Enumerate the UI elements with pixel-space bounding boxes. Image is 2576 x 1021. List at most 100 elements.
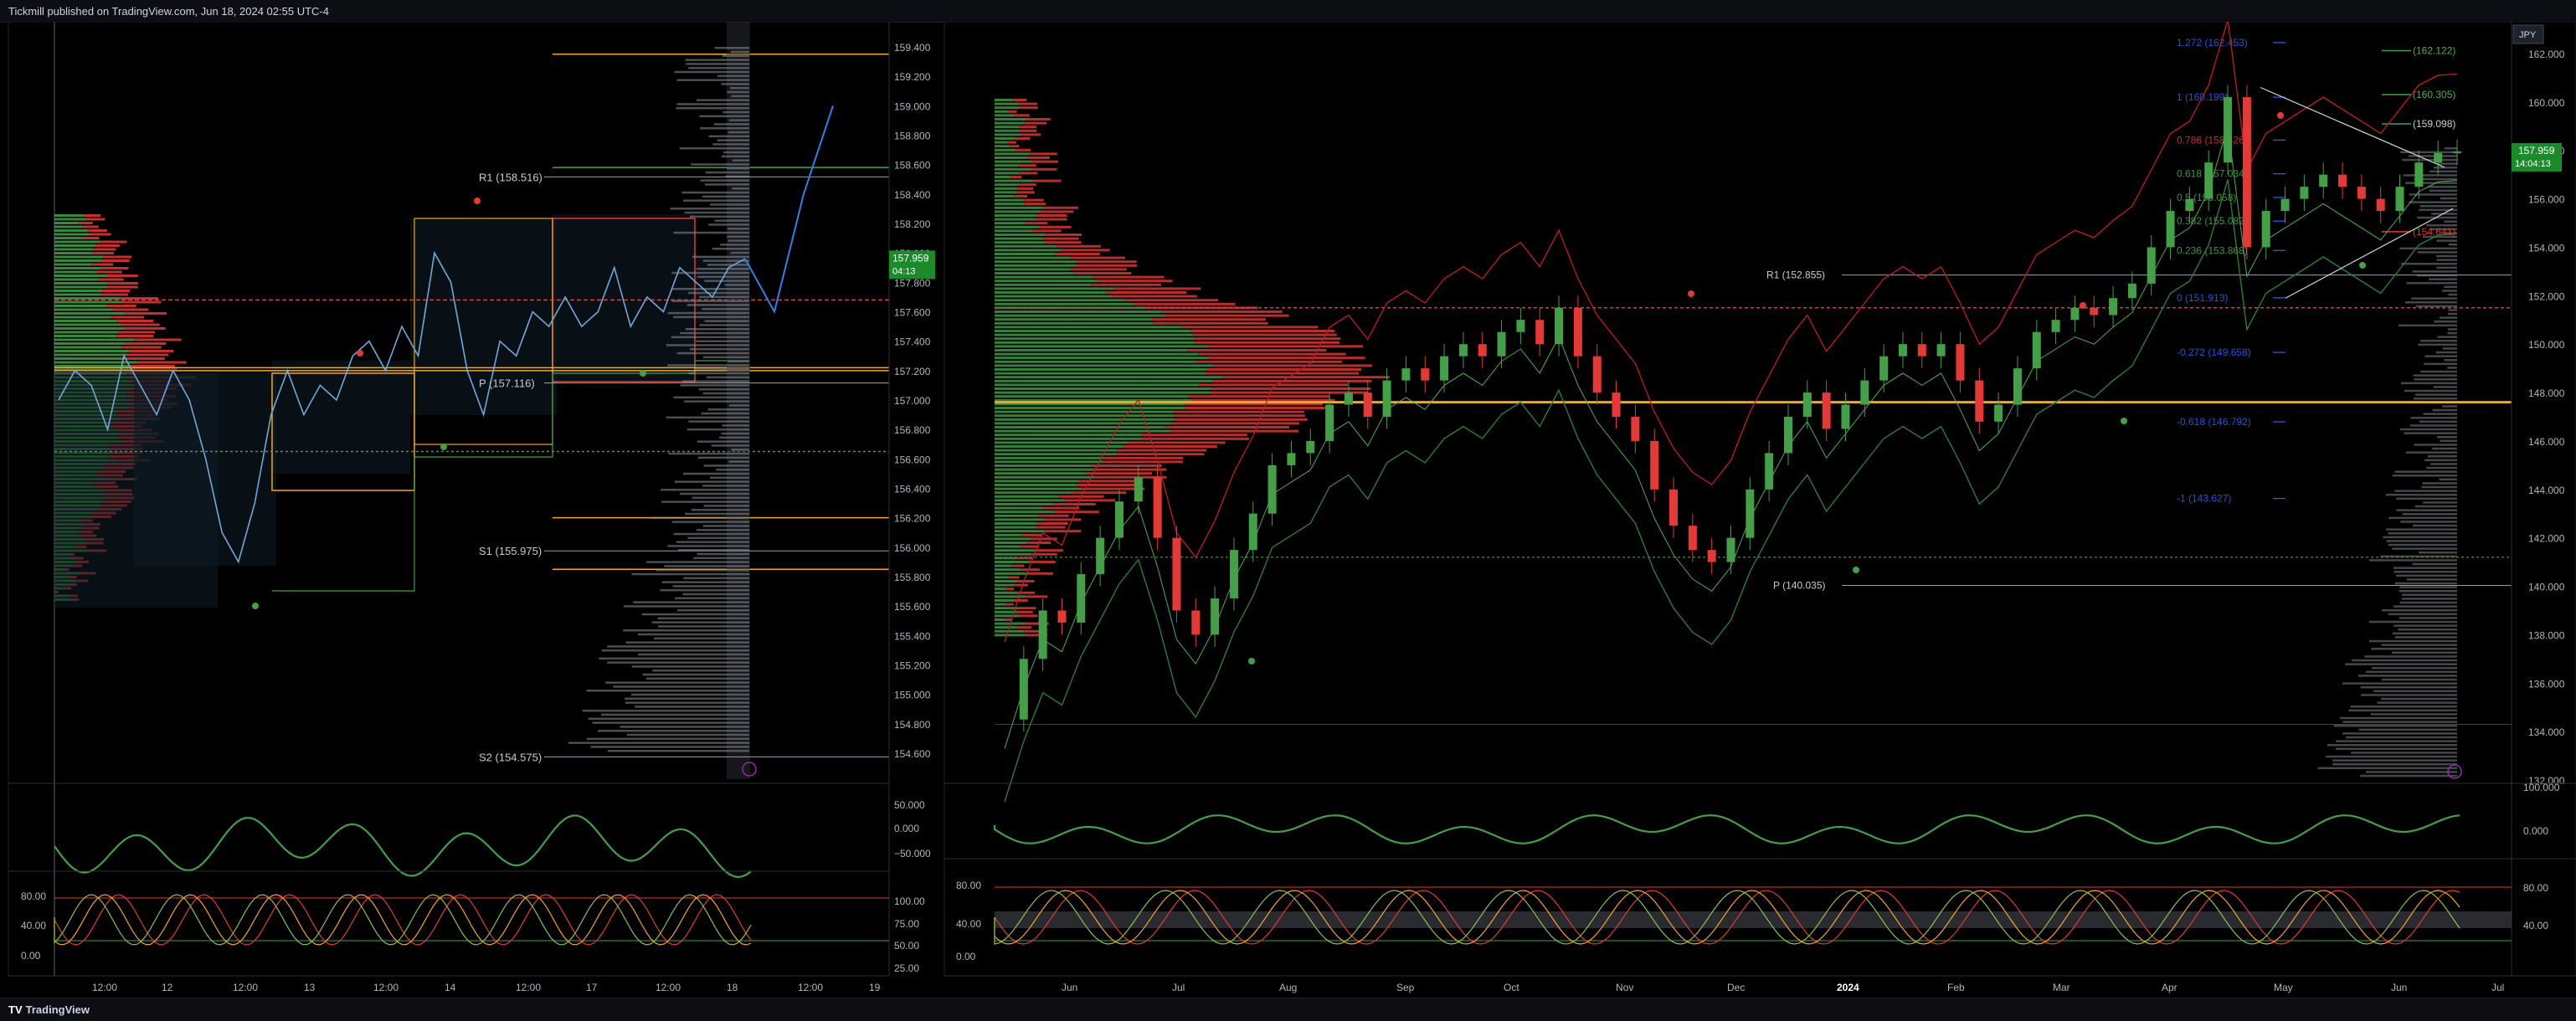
volume-profile-bar (54, 252, 92, 254)
time-tick: 12:00 (92, 982, 117, 993)
volume-histogram-bar (661, 500, 749, 503)
volume-profile-bar (120, 297, 158, 300)
candle-body (2204, 162, 2214, 199)
volume-histogram-bar (691, 163, 749, 166)
volume-profile-bar (995, 341, 1195, 344)
volume-profile-bar (117, 331, 156, 334)
price-tick: 156.000 (2528, 194, 2565, 206)
tradingview-logo[interactable]: TV TradingView (8, 1003, 90, 1016)
volume-profile-bar (995, 460, 1104, 464)
volume-histogram-bar (671, 521, 749, 523)
volume-histogram-bar (2392, 632, 2457, 635)
volume-histogram-bar (2424, 459, 2457, 462)
volume-histogram-bar (676, 107, 749, 110)
volume-histogram-bar (2332, 763, 2457, 766)
volume-histogram-bar (712, 248, 749, 250)
price-tick: 159.200 (894, 71, 931, 83)
candle-body (1077, 574, 1086, 623)
volume-profile-bar (995, 357, 1210, 360)
volume-profile-bar (98, 278, 124, 281)
volume-histogram-bar (2404, 182, 2457, 184)
volume-histogram-bar (630, 693, 749, 696)
signal-dot (2277, 112, 2284, 119)
volume-profile-bar (1005, 587, 1015, 591)
price-tick: 159.000 (894, 100, 931, 112)
candle-body (1229, 550, 1238, 598)
volume-profile-bar (995, 203, 1025, 206)
volume-profile-bar (1031, 167, 1057, 171)
price-tick: 155.000 (894, 690, 931, 701)
volume-profile-bar (995, 275, 1093, 279)
volume-histogram-bar (673, 231, 749, 234)
volume-profile-bar (1093, 275, 1165, 279)
right-chart-pane[interactable]: 1.272 (162.453)1 (160.199)0.786 (158.426… (944, 22, 2576, 993)
time-tick: 12:00 (656, 982, 681, 993)
volume-profile-bar (995, 595, 1026, 598)
price-tick: 155.400 (894, 630, 931, 642)
volume-profile-bar (995, 179, 1033, 182)
candle-body (1516, 320, 1525, 332)
volume-profile-bar (1188, 395, 1330, 398)
price-tick: 142.000 (2528, 533, 2565, 545)
signal-dot (357, 350, 363, 357)
volume-histogram-bar (667, 545, 749, 547)
volume-profile-bar (995, 129, 1020, 132)
volume-profile-bar (1013, 195, 1027, 198)
volume-histogram-bar (2429, 278, 2457, 280)
volume-profile-bar (1064, 499, 1116, 502)
volume-profile-bar (1056, 244, 1101, 248)
volume-profile-bar (1075, 484, 1135, 486)
volume-histogram-bar (2412, 562, 2457, 566)
volume-histogram-bar (668, 452, 749, 455)
volume-profile-bar (1044, 518, 1082, 521)
time-tick: 12:00 (373, 982, 398, 993)
volume-profile-bar (995, 495, 1058, 498)
volume-histogram-bar (2418, 343, 2457, 346)
time-tick: 12:00 (233, 982, 258, 993)
volume-histogram-bar (2436, 266, 2457, 269)
volume-profile-bar (1015, 148, 1031, 151)
volume-histogram-bar (607, 750, 749, 752)
volume-profile-bar (54, 222, 79, 224)
volume-histogram-bar (2430, 463, 2457, 465)
volume-histogram-bar (709, 203, 749, 206)
volume-profile-bar (54, 218, 87, 221)
candle-body (1956, 344, 1965, 381)
volume-profile-bar (1197, 352, 1346, 356)
volume-profile-bar (995, 480, 1080, 483)
volume-histogram-bar (732, 159, 749, 162)
volume-profile-bar (54, 342, 126, 345)
volume-profile-bar (1140, 434, 1247, 437)
candle-body (2319, 174, 2328, 187)
volume-profile-bar (1077, 260, 1137, 264)
volume-histogram-bar (704, 280, 749, 282)
volume-profile-bar (1206, 368, 1362, 371)
volume-profile-bar (995, 310, 1162, 313)
volume-profile-bar (93, 248, 116, 251)
price-tick: 157.400 (894, 336, 931, 348)
volume-profile-bar (995, 241, 1045, 244)
volume-histogram-bar (592, 721, 749, 724)
volume-histogram-bar (721, 83, 749, 85)
volume-histogram-bar (695, 368, 749, 371)
volume-profile-bar (995, 472, 1086, 475)
volume-profile-bar (90, 233, 111, 236)
volume-profile-bar (54, 335, 117, 337)
volume-histogram-bar (2406, 578, 2457, 581)
candle-body (1898, 344, 1907, 357)
volume-histogram-bar (2421, 485, 2457, 489)
volume-histogram-bar (718, 436, 749, 439)
volume-histogram-bar (2361, 694, 2457, 696)
volume-histogram-bar (673, 532, 749, 536)
volume-histogram-bar (620, 726, 749, 728)
volume-histogram-bar (2352, 659, 2457, 662)
left-chart-pane[interactable]: R1 (158.516) P (157.116) S1 (155.975) S2 (1… (8, 22, 935, 993)
volume-profile-bar (995, 591, 1018, 594)
volume-profile-bar (1015, 557, 1032, 560)
volume-histogram-bar (623, 605, 749, 608)
volume-profile-bar (995, 110, 1008, 113)
chart-canvas[interactable]: R1 (158.516) P (157.116) S1 (155.975) S2 (1… (0, 22, 2576, 998)
signal-dot (640, 370, 646, 377)
volume-profile-bar (995, 564, 1012, 567)
volume-histogram-bar (674, 70, 749, 74)
